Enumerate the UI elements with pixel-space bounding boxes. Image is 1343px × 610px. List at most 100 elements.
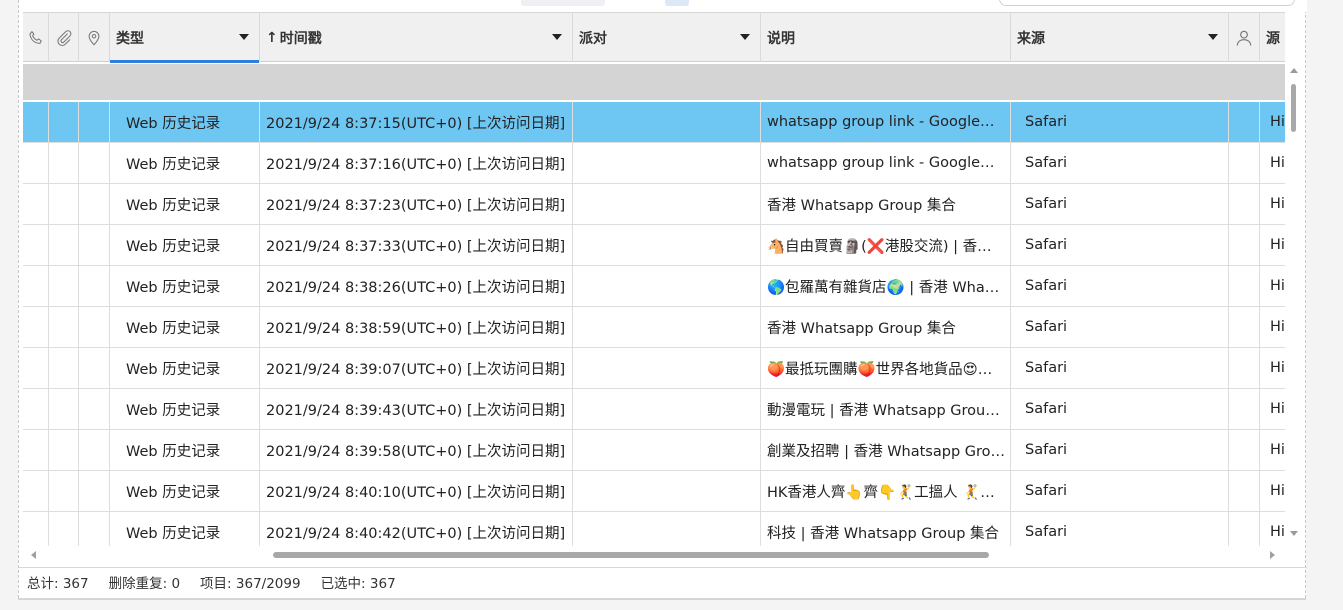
cell-description[interactable]: 🐴自由買賣🗿(❌港股交流) | 香…	[761, 225, 1011, 265]
cell-source[interactable]: Safari	[1011, 348, 1229, 388]
cell-source[interactable]: Safari	[1011, 266, 1229, 306]
cell-contact[interactable]	[1229, 143, 1260, 183]
cell-description[interactable]: 🍑最抵玩團購🍑世界各地貨品😍…	[761, 348, 1011, 388]
cell-phone[interactable]	[23, 143, 49, 183]
column-party[interactable]: 派对	[573, 13, 761, 62]
cell-source[interactable]: Safari	[1011, 307, 1229, 347]
cell-party[interactable]	[573, 307, 761, 347]
cell-source2[interactable]: Hi	[1260, 307, 1285, 347]
column-phone[interactable]	[23, 13, 49, 62]
cell-description[interactable]: HK香港人齊👆齊👇🤾工搵人 🤾…	[761, 471, 1011, 511]
cell-location[interactable]	[79, 102, 110, 142]
cell-contact[interactable]	[1229, 102, 1260, 142]
chevron-down-icon[interactable]	[239, 34, 249, 40]
cell-source2[interactable]: Hi	[1260, 389, 1285, 429]
cell-type[interactable]: Web 历史记录	[110, 143, 260, 183]
cell-location[interactable]	[79, 225, 110, 265]
cell-party[interactable]	[573, 225, 761, 265]
cell-source2[interactable]: Hi	[1260, 184, 1285, 224]
cell-timestamp[interactable]: 2021/9/24 8:39:58(UTC+0) [上次访问日期]	[260, 430, 573, 470]
cell-description[interactable]: 🌎包羅萬有雜貨店🌍 | 香港 Wha…	[761, 266, 1011, 306]
cell-type[interactable]: Web 历史记录	[110, 430, 260, 470]
cell-source2[interactable]: Hi	[1260, 266, 1285, 306]
cell-party[interactable]	[573, 102, 761, 142]
horizontal-scrollbar[interactable]	[23, 546, 1285, 564]
cell-location[interactable]	[79, 471, 110, 511]
cell-timestamp[interactable]: 2021/9/24 8:38:59(UTC+0) [上次访问日期]	[260, 307, 573, 347]
cell-timestamp[interactable]: 2021/9/24 8:40:10(UTC+0) [上次访问日期]	[260, 471, 573, 511]
table-row[interactable]: Web 历史记录 2021/9/24 8:40:42(UTC+0) [上次访问日期…	[23, 512, 1285, 546]
cell-party[interactable]	[573, 430, 761, 470]
column-contact[interactable]	[1229, 13, 1260, 62]
cell-source[interactable]: Safari	[1011, 471, 1229, 511]
cell-type[interactable]: Web 历史记录	[110, 348, 260, 388]
cell-phone[interactable]	[23, 389, 49, 429]
search-input[interactable]	[999, 0, 1295, 6]
cell-party[interactable]	[573, 471, 761, 511]
cell-contact[interactable]	[1229, 471, 1260, 511]
cell-contact[interactable]	[1229, 348, 1260, 388]
table-row[interactable]: Web 历史记录 2021/9/24 8:37:16(UTC+0) [上次访问日期…	[23, 143, 1285, 184]
cell-phone[interactable]	[23, 471, 49, 511]
cell-location[interactable]	[79, 389, 110, 429]
cell-phone[interactable]	[23, 307, 49, 347]
cell-party[interactable]	[573, 266, 761, 306]
cell-contact[interactable]	[1229, 430, 1260, 470]
cell-source[interactable]: Safari	[1011, 102, 1229, 142]
cell-source2[interactable]: Hi	[1260, 348, 1285, 388]
toolbar-toggle-stub[interactable]	[665, 0, 689, 6]
cell-phone[interactable]	[23, 512, 49, 546]
cell-attachment[interactable]	[49, 512, 79, 546]
cell-description[interactable]: whatsapp group link - Google…	[761, 102, 1011, 142]
cell-type[interactable]: Web 历史记录	[110, 307, 260, 347]
cell-location[interactable]	[79, 184, 110, 224]
cell-location[interactable]	[79, 266, 110, 306]
table-row[interactable]: Web 历史记录 2021/9/24 8:37:33(UTC+0) [上次访问日期…	[23, 225, 1285, 266]
cell-description[interactable]: 香港 Whatsapp Group 集合	[761, 184, 1011, 224]
cell-contact[interactable]	[1229, 389, 1260, 429]
cell-timestamp[interactable]: 2021/9/24 8:37:33(UTC+0) [上次访问日期]	[260, 225, 573, 265]
cell-timestamp[interactable]: 2021/9/24 8:40:42(UTC+0) [上次访问日期]	[260, 512, 573, 546]
cell-party[interactable]	[573, 143, 761, 183]
scroll-left-icon[interactable]	[31, 551, 36, 559]
cell-attachment[interactable]	[49, 307, 79, 347]
cell-party[interactable]	[573, 184, 761, 224]
horizontal-scroll-thumb[interactable]	[273, 552, 989, 558]
cell-attachment[interactable]	[49, 266, 79, 306]
group-row[interactable]	[23, 64, 1285, 100]
cell-source2[interactable]: Hi	[1260, 102, 1285, 142]
scroll-up-icon[interactable]	[1290, 68, 1298, 73]
chevron-down-icon[interactable]	[552, 34, 562, 40]
toolbar-tab-stub[interactable]	[521, 0, 605, 6]
cell-attachment[interactable]	[49, 225, 79, 265]
cell-phone[interactable]	[23, 225, 49, 265]
cell-attachment[interactable]	[49, 184, 79, 224]
cell-timestamp[interactable]: 2021/9/24 8:39:43(UTC+0) [上次访问日期]	[260, 389, 573, 429]
table-row[interactable]: Web 历史记录 2021/9/24 8:39:43(UTC+0) [上次访问日期…	[23, 389, 1285, 430]
cell-timestamp[interactable]: 2021/9/24 8:38:26(UTC+0) [上次访问日期]	[260, 266, 573, 306]
cell-location[interactable]	[79, 307, 110, 347]
cell-phone[interactable]	[23, 348, 49, 388]
cell-source[interactable]: Safari	[1011, 430, 1229, 470]
table-row[interactable]: Web 历史记录 2021/9/24 8:40:10(UTC+0) [上次访问日期…	[23, 471, 1285, 512]
cell-source[interactable]: Safari	[1011, 389, 1229, 429]
cell-attachment[interactable]	[49, 430, 79, 470]
chevron-down-icon[interactable]	[740, 34, 750, 40]
cell-location[interactable]	[79, 512, 110, 546]
vertical-scrollbar[interactable]	[1287, 62, 1301, 546]
cell-description[interactable]: 科技 | 香港 Whatsapp Group 集合	[761, 512, 1011, 546]
cell-type[interactable]: Web 历史记录	[110, 471, 260, 511]
cell-timestamp[interactable]: 2021/9/24 8:37:16(UTC+0) [上次访问日期]	[260, 143, 573, 183]
cell-phone[interactable]	[23, 102, 49, 142]
cell-party[interactable]	[573, 389, 761, 429]
cell-type[interactable]: Web 历史记录	[110, 184, 260, 224]
cell-source2[interactable]: Hi	[1260, 225, 1285, 265]
cell-contact[interactable]	[1229, 307, 1260, 347]
cell-type[interactable]: Web 历史记录	[110, 225, 260, 265]
cell-source2[interactable]: Hi	[1260, 143, 1285, 183]
cell-location[interactable]	[79, 348, 110, 388]
cell-description[interactable]: 創業及招聘 | 香港 Whatsapp Gro…	[761, 430, 1011, 470]
cell-attachment[interactable]	[49, 389, 79, 429]
column-attachment[interactable]	[49, 13, 79, 62]
table-row[interactable]: Web 历史记录 2021/9/24 8:39:07(UTC+0) [上次访问日期…	[23, 348, 1285, 389]
